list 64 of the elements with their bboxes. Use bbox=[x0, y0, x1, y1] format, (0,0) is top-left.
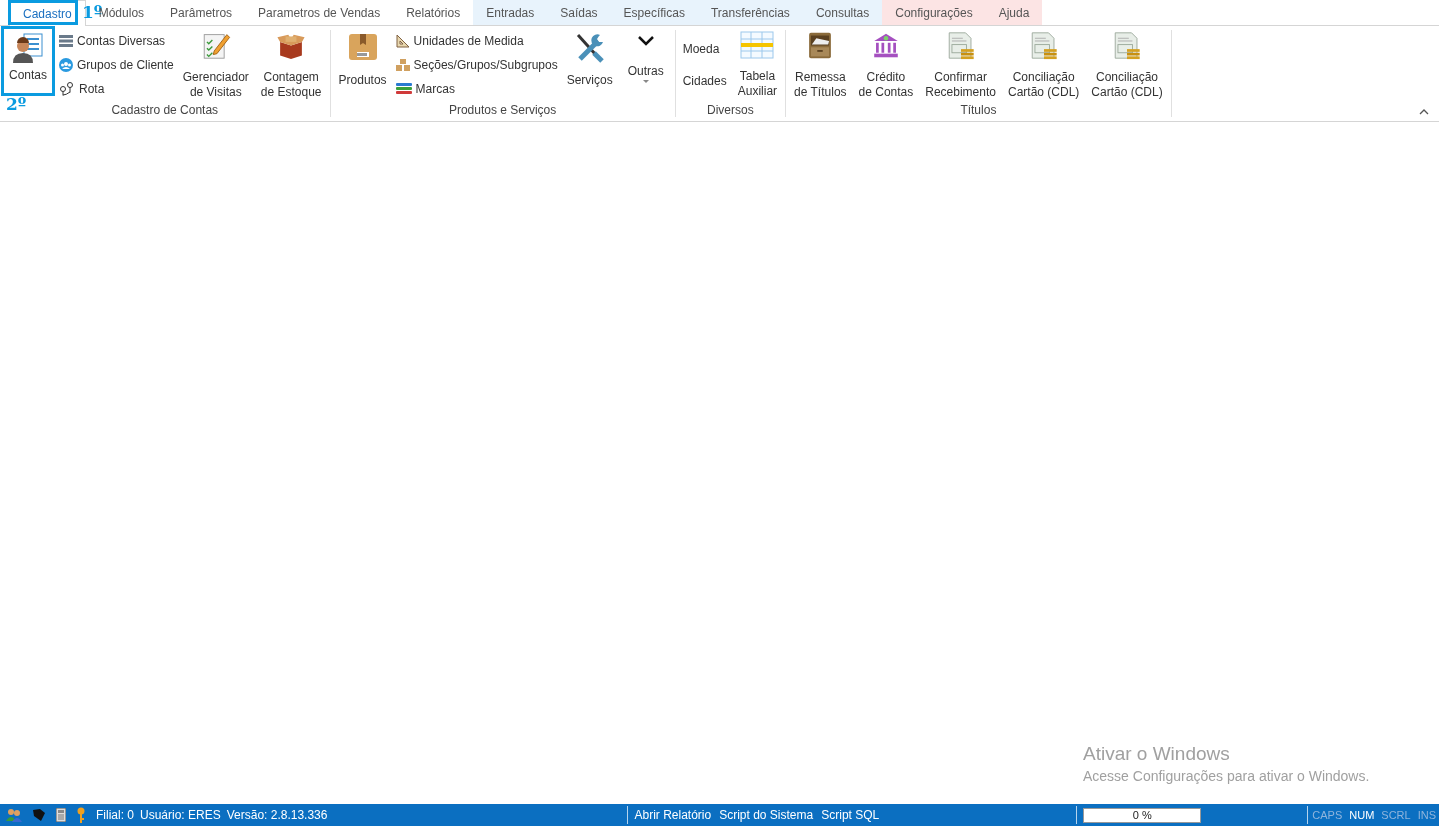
ribbon-tab[interactable]: Relatórios bbox=[393, 0, 474, 25]
chevron-down-icon bbox=[637, 36, 654, 46]
status-text: Versão: 2.8.13.336 bbox=[226, 807, 328, 824]
key-indicator: CAPS bbox=[1312, 807, 1343, 823]
ribbon-tab[interactable]: Parametros de Vendas bbox=[245, 0, 394, 25]
ribbon-tab[interactable]: Consultas bbox=[802, 0, 883, 25]
stacked-books-icon bbox=[395, 82, 412, 96]
ribbon-button[interactable]: Tabela Auxiliar bbox=[732, 30, 783, 100]
key-icon bbox=[76, 807, 86, 823]
group-label: Diversos bbox=[707, 103, 754, 117]
ruler-triangle-icon bbox=[395, 34, 410, 48]
caret-icon bbox=[642, 80, 649, 84]
dropdown-button[interactable]: Outras bbox=[619, 30, 672, 100]
key-indicator: SCRL bbox=[1381, 807, 1411, 823]
status-link[interactable]: Script SQL bbox=[821, 806, 880, 824]
ribbon-tab[interactable]: Configurações bbox=[882, 0, 986, 25]
ribbon-button[interactable]: Serviços bbox=[561, 30, 618, 100]
ribbon-button[interactable]: Produtos bbox=[333, 30, 392, 100]
ribbon-small-button[interactable]: Unidades de Medida bbox=[395, 32, 558, 50]
annotation-label: 2º bbox=[6, 96, 27, 113]
package-icon bbox=[346, 31, 379, 63]
progress-text: 0 % bbox=[1131, 808, 1153, 822]
route-pins-icon bbox=[59, 82, 76, 96]
ribbon-tab[interactable]: Transferências bbox=[697, 0, 803, 25]
status-text: Filial: 0 bbox=[96, 807, 134, 824]
ribbon-button[interactable]: Confirmar Recebimento bbox=[920, 30, 1001, 100]
group-circle-icon bbox=[59, 58, 74, 72]
ribbon-button[interactable]: Gerenciador de Visitas bbox=[177, 30, 254, 100]
ribbon-text-button[interactable]: Cidades bbox=[682, 72, 727, 90]
ribbon-tab[interactable]: Ajuda bbox=[985, 0, 1043, 25]
status-link[interactable]: Script do Sistema bbox=[719, 806, 814, 824]
ribbon-button[interactable]: Crédito de Contas bbox=[853, 30, 919, 100]
ribbon-tab[interactable]: Parâmetros bbox=[157, 0, 246, 25]
server-list-icon bbox=[59, 34, 74, 48]
status-link[interactable]: Abrir Relatório bbox=[634, 806, 712, 824]
group-label: Cadastro de Contas bbox=[111, 103, 219, 117]
collapse-chevron-icon[interactable] bbox=[1419, 109, 1429, 115]
ribbon-button[interactable]: Conciliação Cartão (CDL) bbox=[1003, 30, 1085, 100]
group-label: Títulos bbox=[960, 103, 997, 117]
ribbon-small-button[interactable]: Seções/Grupos/Subgrupos bbox=[395, 56, 558, 74]
status-text: Usuário: ERES bbox=[140, 807, 221, 824]
ribbon-small-button[interactable]: Marcas bbox=[395, 80, 558, 98]
table-icon bbox=[740, 31, 775, 59]
ribbon-tab[interactable]: Entradas bbox=[473, 0, 548, 25]
ribbon-tab[interactable]: Específicas bbox=[610, 0, 698, 25]
ribbon-button[interactable]: Contas bbox=[1, 26, 56, 96]
users-icon bbox=[6, 808, 22, 822]
ribbon-small-button[interactable]: Grupos de Cliente bbox=[59, 56, 174, 74]
calculator-icon bbox=[56, 808, 66, 822]
ribbon-text-button[interactable]: Moeda bbox=[682, 40, 727, 58]
ribbon-small-button[interactable]: Contas Diversas bbox=[59, 32, 174, 50]
person-card-icon bbox=[12, 32, 44, 64]
key-indicator: NUM bbox=[1349, 807, 1375, 823]
ribbon-button[interactable]: Contagem de Estoque bbox=[255, 30, 327, 100]
key-indicator: INS bbox=[1417, 807, 1436, 823]
ribbon-button[interactable]: Remessa de Títulos bbox=[789, 30, 852, 100]
ribbon-small-button[interactable]: Rota bbox=[59, 80, 174, 98]
boxes-icon bbox=[395, 58, 410, 72]
activation-title: Ativar o Windows bbox=[1083, 742, 1231, 766]
group-label: Produtos e Serviços bbox=[448, 103, 557, 117]
highlight-frame bbox=[8, 0, 78, 25]
activation-message: Acesse Configurações para ativar o Windows. bbox=[1083, 767, 1370, 786]
ribbon-button[interactable]: Conciliação Cartão (CDL) bbox=[1086, 30, 1168, 100]
ribbon-tab[interactable]: Saídas bbox=[547, 0, 611, 25]
